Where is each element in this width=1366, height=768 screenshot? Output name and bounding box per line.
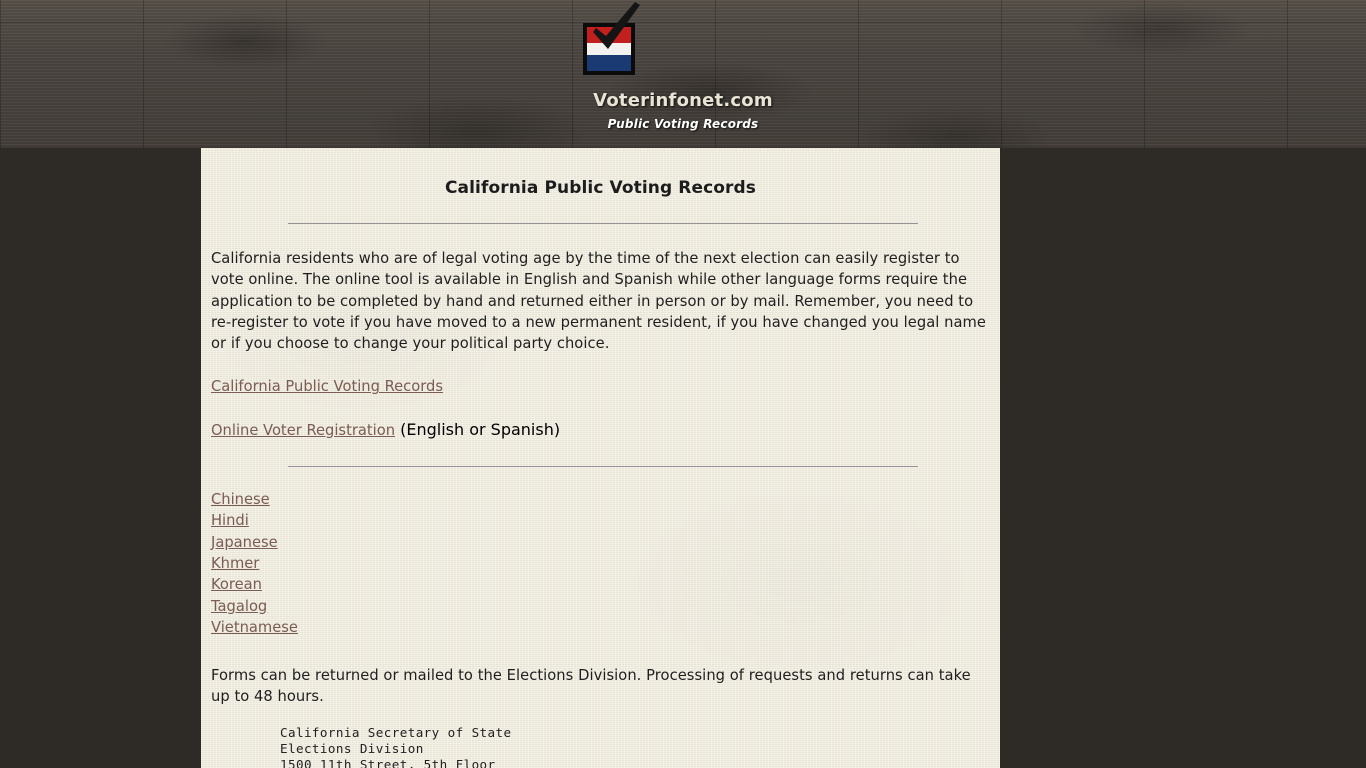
site-tagline: Public Voting Records — [607, 117, 759, 131]
list-item: Tagalog — [211, 596, 990, 617]
site-header: Voterinfonet.com Public Voting Records — [0, 0, 1366, 148]
site-name: Voterinfonet.com — [593, 90, 773, 111]
link-online-voter-registration[interactable]: Online Voter Registration — [211, 422, 395, 439]
checkmark-icon — [593, 2, 640, 49]
link-language-hindi[interactable]: Hindi — [211, 512, 249, 529]
link-language-chinese[interactable]: Chinese — [211, 491, 270, 508]
primary-link-row: California Public Voting Records — [211, 354, 990, 397]
intro-paragraph: California residents who are of legal vo… — [211, 250, 986, 353]
site-logo[interactable] — [583, 2, 647, 76]
list-item: Hindi — [211, 510, 990, 531]
page-title: California Public Voting Records — [444, 178, 757, 198]
content-panel: California Public Voting Records Califor… — [201, 148, 1000, 768]
forms-paragraph: Forms can be returned or mailed to the E… — [211, 667, 971, 706]
list-item: Japanese — [211, 532, 990, 553]
list-item: Chinese — [211, 489, 990, 510]
language-link-list: Chinese Hindi Japanese Khmer Korean Taga… — [211, 467, 990, 638]
list-item: Khmer — [211, 553, 990, 574]
link-language-korean[interactable]: Korean — [211, 576, 262, 593]
link-language-japanese[interactable]: Japanese — [211, 534, 278, 551]
registration-link-suffix: (English or Spanish) — [395, 419, 561, 439]
list-item: Korean — [211, 574, 990, 595]
mailing-address-block: California Secretary of State Elections … — [280, 724, 512, 768]
link-california-public-voting-records[interactable]: California Public Voting Records — [211, 378, 443, 395]
link-language-vietnamese[interactable]: Vietnamese — [211, 619, 298, 636]
link-language-tagalog[interactable]: Tagalog — [211, 598, 267, 615]
link-language-khmer[interactable]: Khmer — [211, 555, 259, 572]
page-body: California Public Voting Records Califor… — [0, 148, 1366, 768]
content-inner: California Public Voting Records Califor… — [201, 148, 1000, 768]
list-item: Vietnamese — [211, 617, 990, 638]
registration-link-row: Online Voter Registration (English or Sp… — [211, 398, 990, 441]
